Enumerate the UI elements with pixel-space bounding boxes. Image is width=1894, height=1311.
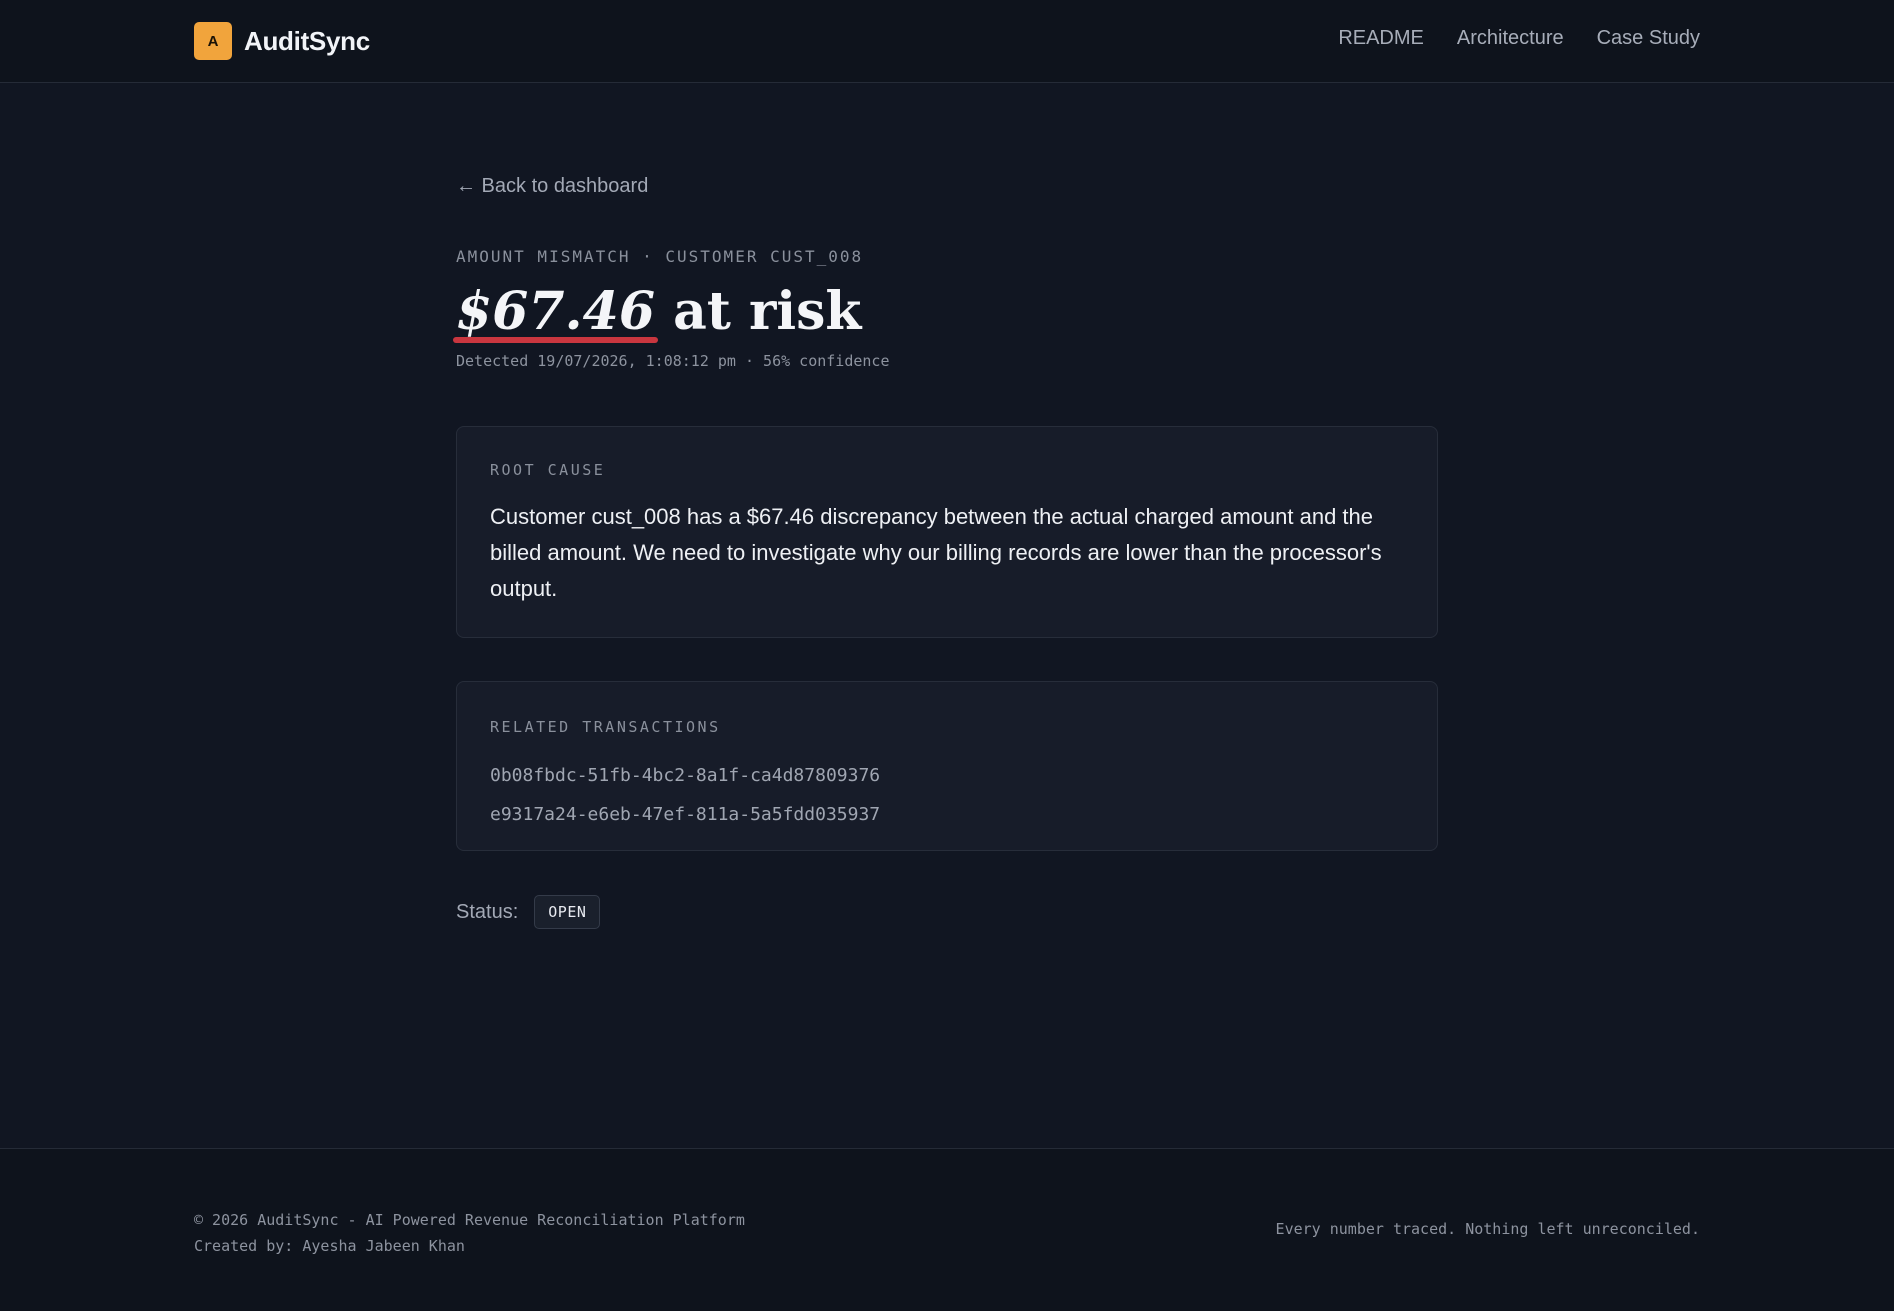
related-transactions-card: RELATED TRANSACTIONS 0b08fbdc-51fb-4bc2-… bbox=[456, 681, 1438, 851]
logo-icon: A bbox=[194, 22, 232, 60]
transaction-list: 0b08fbdc-51fb-4bc2-8a1f-ca4d87809376 e93… bbox=[490, 756, 880, 834]
transaction-id: 0b08fbdc-51fb-4bc2-8a1f-ca4d87809376 bbox=[490, 765, 881, 786]
footer-credits: © 2026 AuditSync - AI Powered Revenue Re… bbox=[194, 1207, 745, 1259]
detection-meta: Detected 19/07/2026, 1:08:12 pm · 56% co… bbox=[456, 352, 890, 370]
status-badge: OPEN bbox=[534, 895, 601, 929]
nav-link-case-study[interactable]: Case Study bbox=[1597, 27, 1700, 50]
brand-name: AuditSync bbox=[244, 25, 370, 56]
brand-logo-link[interactable]: A AuditSync bbox=[194, 22, 370, 60]
nav-link-architecture[interactable]: Architecture bbox=[1457, 27, 1564, 50]
headline-suffix: at risk bbox=[673, 281, 862, 342]
top-navigation-bar: A AuditSync README Architecture Case Stu… bbox=[0, 0, 1894, 83]
related-transactions-label: RELATED TRANSACTIONS bbox=[490, 718, 721, 736]
footer-tagline: Every number traced. Nothing left unreco… bbox=[1275, 1220, 1700, 1238]
root-cause-text: Customer cust_008 has a $67.46 discrepan… bbox=[490, 504, 1382, 601]
back-to-dashboard-link[interactable]: ← Back to dashboard bbox=[456, 175, 648, 198]
root-cause-label: ROOT CAUSE bbox=[490, 461, 606, 479]
footer-author: Created by: Ayesha Jabeen Khan bbox=[194, 1237, 465, 1255]
status-row: Status: OPEN bbox=[456, 895, 601, 929]
transaction-id: e9317a24-e6eb-47ef-811a-5a5fdd035937 bbox=[490, 804, 881, 825]
status-label: Status: bbox=[456, 900, 519, 923]
page-footer: © 2026 AuditSync - AI Powered Revenue Re… bbox=[0, 1148, 1894, 1311]
anomaly-type-label: AMOUNT MISMATCH · CUSTOMER CUST_008 bbox=[456, 247, 864, 266]
root-cause-card: ROOT CAUSE Customer cust_008 has a $67.4… bbox=[456, 426, 1438, 638]
footer-copyright: © 2026 AuditSync - AI Powered Revenue Re… bbox=[194, 1211, 745, 1229]
page-title: $67.46 at risk bbox=[452, 281, 862, 343]
nav-link-readme[interactable]: README bbox=[1338, 27, 1424, 50]
amount-at-risk: $67.46 bbox=[452, 281, 659, 343]
main-nav: README Architecture Case Study bbox=[1338, 27, 1700, 50]
